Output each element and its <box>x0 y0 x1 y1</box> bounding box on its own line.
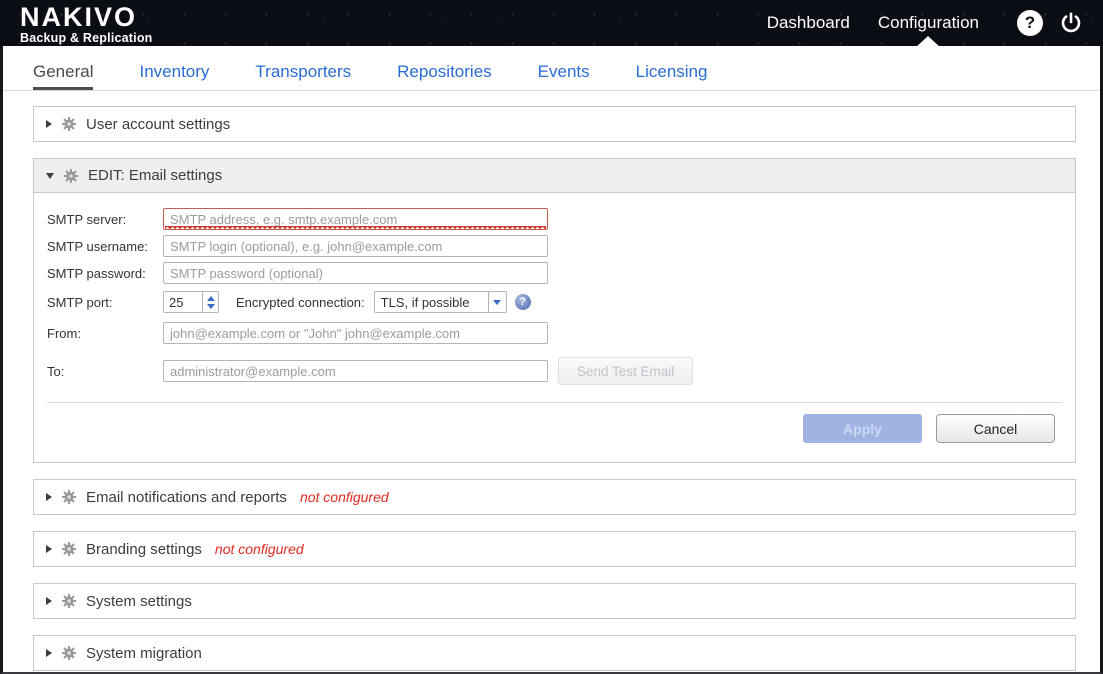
nav-dashboard[interactable]: Dashboard <box>767 13 850 33</box>
panel-title: User account settings <box>86 116 230 133</box>
panel-branding-settings: Branding settings not configured <box>33 531 1076 567</box>
panel-title: EDIT: Email settings <box>88 167 222 184</box>
panel-title: System settings <box>86 593 192 610</box>
from-label: From: <box>47 326 163 341</box>
encrypted-connection-label: Encrypted connection: <box>236 295 365 310</box>
caret-right-icon <box>46 649 52 657</box>
smtp-server-label: SMTP server: <box>47 212 163 227</box>
from-row: From: <box>47 322 1062 344</box>
panel-email-notifications-header[interactable]: Email notifications and reports not conf… <box>34 480 1075 514</box>
smtp-port-label: SMTP port: <box>47 295 163 310</box>
app-header: NAKIVO Backup & Replication Dashboard Co… <box>0 0 1103 46</box>
caret-right-icon <box>46 545 52 553</box>
help-icon[interactable]: ? <box>1017 10 1043 36</box>
email-settings-form: SMTP server: SMTP username: SMTP passwor… <box>34 193 1075 462</box>
cancel-button[interactable]: Cancel <box>936 414 1055 443</box>
tab-inventory[interactable]: Inventory <box>139 62 209 90</box>
gear-icon <box>63 168 79 184</box>
gear-icon <box>61 645 77 661</box>
tab-events[interactable]: Events <box>538 62 590 90</box>
panel-user-account-settings: User account settings <box>33 106 1076 142</box>
to-row: To: Send Test Email <box>47 357 1062 385</box>
smtp-port-row: SMTP port: Encrypted connection: TLS, if… <box>47 291 1062 313</box>
panel-title: Branding settings <box>86 541 202 558</box>
status-not-configured: not configured <box>215 541 304 557</box>
smtp-server-input[interactable] <box>163 208 548 230</box>
header-icon-buttons: ? <box>1017 10 1083 36</box>
panel-title: System migration <box>86 645 202 662</box>
nav-configuration-label: Configuration <box>878 13 979 32</box>
smtp-server-input-wrap <box>163 208 548 230</box>
panel-title: Email notifications and reports <box>86 489 287 506</box>
smtp-username-label: SMTP username: <box>47 239 163 254</box>
panel-branding-settings-header[interactable]: Branding settings not configured <box>34 532 1075 566</box>
from-input[interactable] <box>163 322 548 344</box>
smtp-port-stepper <box>163 291 219 313</box>
power-icon[interactable] <box>1059 11 1083 35</box>
tab-licensing[interactable]: Licensing <box>636 62 708 90</box>
caret-right-icon <box>46 597 52 605</box>
encrypted-connection-value: TLS, if possible <box>375 295 488 310</box>
form-actions: Apply Cancel <box>47 402 1062 452</box>
panel-email-settings-header[interactable]: EDIT: Email settings <box>34 159 1075 193</box>
gear-icon <box>61 489 77 505</box>
app-window: NAKIVO Backup & Replication Dashboard Co… <box>0 0 1103 674</box>
logo-subtitle: Backup & Replication <box>20 32 153 45</box>
smtp-username-input[interactable] <box>163 235 548 257</box>
chevron-down-icon <box>488 292 506 312</box>
caret-right-icon <box>46 120 52 128</box>
panel-email-notifications: Email notifications and reports not conf… <box>33 479 1076 515</box>
top-nav: Dashboard Configuration ? <box>767 10 1083 36</box>
tab-general[interactable]: General <box>33 62 93 90</box>
smtp-port-input[interactable] <box>164 292 202 312</box>
encryption-help-icon[interactable]: ? <box>515 294 531 310</box>
apply-button[interactable]: Apply <box>803 414 922 443</box>
tab-transporters[interactable]: Transporters <box>255 62 351 90</box>
gear-icon <box>61 593 77 609</box>
general-settings-content: User account settings EDIT: Email settin… <box>3 91 1100 671</box>
smtp-password-input[interactable] <box>163 262 548 284</box>
tab-repositories[interactable]: Repositories <box>397 62 492 90</box>
caret-down-icon <box>46 173 54 179</box>
nav-configuration[interactable]: Configuration <box>878 13 979 33</box>
encrypted-connection-select[interactable]: TLS, if possible <box>374 291 507 313</box>
caret-right-icon <box>46 493 52 501</box>
send-test-email-button[interactable]: Send Test Email <box>558 357 693 385</box>
smtp-username-row: SMTP username: <box>47 235 1062 257</box>
gear-icon <box>61 116 77 132</box>
panel-system-settings-header[interactable]: System settings <box>34 584 1075 618</box>
to-input[interactable] <box>163 360 548 382</box>
panel-system-migration-header[interactable]: System migration <box>34 636 1075 670</box>
panel-system-migration: System migration <box>33 635 1076 671</box>
to-label: To: <box>47 364 163 379</box>
spinner-up-icon <box>207 296 215 301</box>
smtp-port-spinner-buttons[interactable] <box>202 292 218 312</box>
logo-title: NAKIVO <box>20 4 153 31</box>
gear-icon <box>61 541 77 557</box>
config-tabbar: General Inventory Transporters Repositor… <box>3 46 1100 91</box>
smtp-password-label: SMTP password: <box>47 266 163 281</box>
smtp-password-row: SMTP password: <box>47 262 1062 284</box>
panel-system-settings: System settings <box>33 583 1076 619</box>
panel-user-account-header[interactable]: User account settings <box>34 107 1075 141</box>
active-page-indicator <box>915 36 941 48</box>
status-not-configured: not configured <box>300 489 389 505</box>
nakivo-logo: NAKIVO Backup & Replication <box>20 2 153 45</box>
spinner-down-icon <box>207 304 215 309</box>
panel-email-settings: EDIT: Email settings SMTP server: SMTP u… <box>33 158 1076 463</box>
smtp-server-row: SMTP server: <box>47 208 1062 230</box>
